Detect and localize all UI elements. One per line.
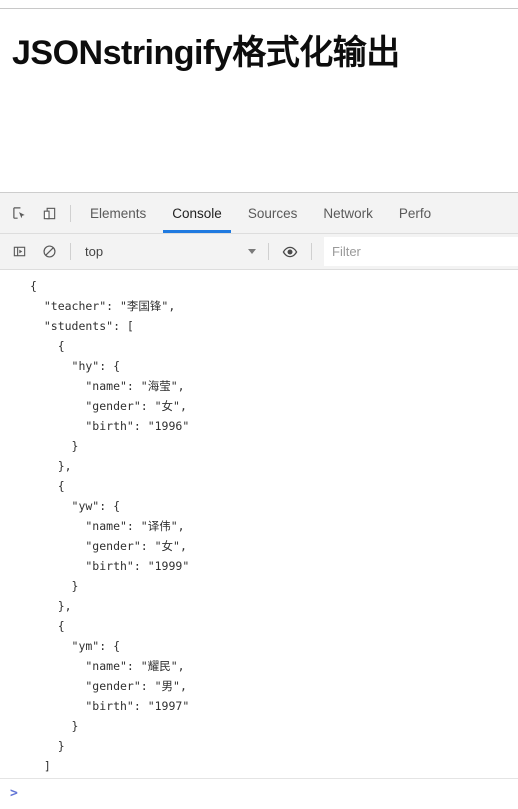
tab-elements[interactable]: Elements [77, 193, 159, 233]
console-toolbar-divider-1 [70, 243, 71, 260]
devtools-tabbar: Elements Console Sources Network Perfo [0, 193, 518, 234]
tab-network[interactable]: Network [310, 193, 386, 233]
filter-input[interactable] [324, 237, 518, 266]
console-toolbar-divider-2 [268, 243, 269, 260]
console-prompt-input[interactable] [25, 786, 518, 801]
device-toolbar-icon[interactable] [34, 198, 64, 228]
chevron-down-icon [248, 249, 256, 254]
tab-network-label: Network [323, 205, 373, 221]
page-viewport: JSONstringify格式化输出 [0, 9, 518, 192]
clear-console-icon[interactable] [34, 237, 64, 267]
tab-console[interactable]: Console [159, 193, 235, 233]
inspect-element-icon[interactable] [4, 198, 34, 228]
toolbar-divider [70, 204, 71, 222]
context-selector-label: top [85, 244, 104, 259]
console-output[interactable]: { "teacher": "李国锋", "students": [ { "hy"… [0, 270, 518, 778]
page-title: JSONstringify格式化输出 [12, 34, 400, 72]
tab-sources-label: Sources [247, 205, 298, 221]
tab-performance[interactable]: Perfo [386, 193, 444, 233]
console-toolbar: top [0, 234, 518, 270]
devtools-panel: Elements Console Sources Network Perfo t… [0, 192, 518, 808]
console-prompt-row[interactable]: > [0, 778, 518, 808]
eye-icon[interactable] [275, 237, 305, 267]
browser-chrome-edge [0, 0, 518, 9]
console-log-entry: { "teacher": "李国锋", "students": [ { "hy"… [30, 279, 190, 773]
context-selector[interactable]: top [77, 241, 262, 263]
prompt-caret-icon: > [10, 786, 18, 801]
tab-console-label: Console [172, 205, 222, 221]
console-sidebar-icon[interactable] [4, 237, 34, 267]
tab-elements-label: Elements [90, 205, 147, 221]
tab-sources[interactable]: Sources [235, 193, 311, 233]
console-toolbar-divider-3 [311, 243, 312, 260]
tab-performance-label: Perfo [398, 205, 432, 221]
